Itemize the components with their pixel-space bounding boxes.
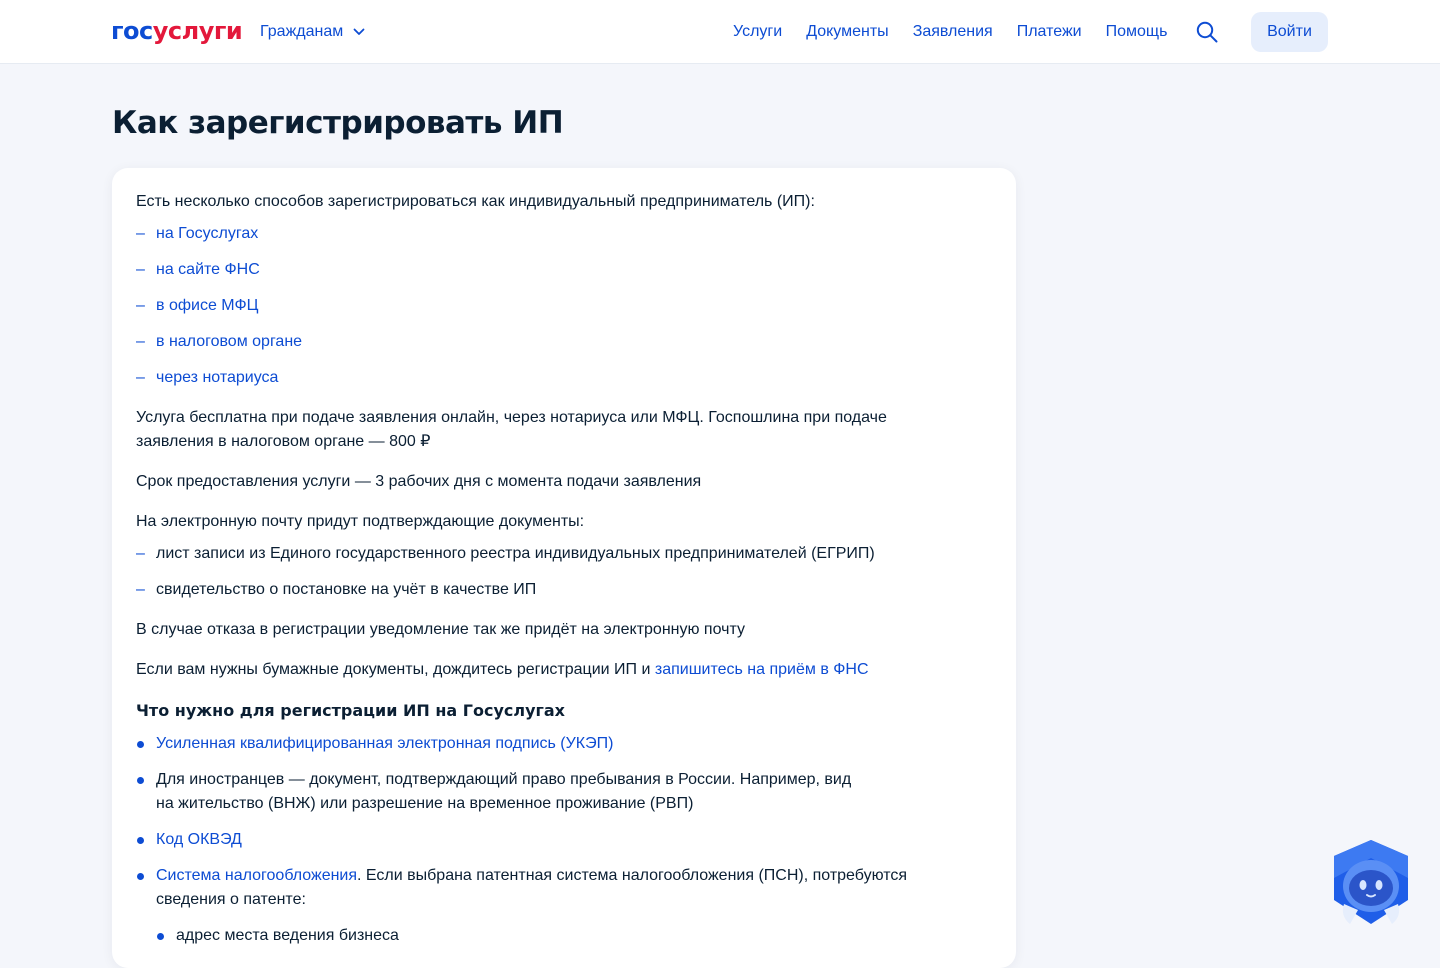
nav-documents[interactable]: Документы [806, 23, 888, 41]
site-header: госуслуги Гражданам Услуги Документы Зая… [0, 0, 1440, 64]
logo-part-uslugi: услуги [152, 17, 243, 45]
paper-docs-text: Если вам нужны бумажные документы, дожди… [136, 661, 651, 678]
way-notary-link[interactable]: через нотариуса [156, 369, 278, 386]
okved-link[interactable]: Код ОКВЭД [156, 831, 242, 848]
search-icon[interactable] [1196, 21, 1218, 43]
audience-label: Гражданам [260, 23, 344, 40]
requirements-list: Усиленная квалифицированная электронная … [136, 732, 986, 948]
way-tax-office-link[interactable]: в налоговом органе [156, 333, 302, 350]
ukep-link[interactable]: Усиленная квалифицированная электронная … [156, 735, 613, 752]
fns-appointment-link[interactable]: запишитесь на приём в ФНС [655, 661, 869, 678]
way-gosuslugi-link[interactable]: на Госуслугах [156, 225, 258, 242]
way-fns-link[interactable]: на сайте ФНС [156, 261, 260, 278]
article-card: Есть несколько способов зарегистрировать… [112, 168, 1016, 968]
main-nav: Услуги Документы Заявления Платежи Помощ… [733, 20, 1191, 44]
robot-assistant-icon[interactable] [1328, 838, 1414, 928]
list-item: в офисе МФЦ [136, 294, 986, 318]
list-item: Система налогообложения. Если выбрана па… [136, 864, 976, 948]
nav-payments[interactable]: Платежи [1017, 23, 1082, 41]
list-item: Код ОКВЭД [136, 828, 986, 852]
list-item: адрес места ведения бизнеса [156, 924, 976, 948]
list-item: лист записи из Единого государственного … [136, 542, 986, 566]
gosuslugi-logo[interactable]: госуслуги [111, 16, 243, 46]
way-mfc-link[interactable]: в офисе МФЦ [156, 297, 258, 314]
fee-text: Услуга бесплатна при подаче заявления он… [136, 409, 887, 450]
requirements-title: Что нужно для регистрации ИП на Госуслуг… [136, 701, 565, 720]
logo-part-gos: гос [111, 17, 153, 45]
registration-ways-list: на Госуслугах на сайте ФНС в офисе МФЦ в… [136, 222, 986, 390]
patent-info-list: адрес места ведения бизнеса [156, 924, 976, 948]
chevron-down-icon [353, 28, 365, 35]
article-content: Есть несколько способов зарегистрировать… [136, 190, 986, 964]
term-text: Срок предоставления услуги — 3 рабочих д… [136, 473, 702, 490]
refusal-text: В случае отказа в регистрации уведомлени… [136, 621, 745, 638]
tax-system-link[interactable]: Система налогообложения [156, 867, 357, 884]
email-docs-text: На электронную почту придут подтверждающ… [136, 513, 585, 530]
list-item: через нотариуса [136, 366, 986, 390]
list-item: свидетельство о постановке на учёт в кач… [136, 578, 986, 602]
audience-selector[interactable]: Гражданам [260, 20, 365, 44]
nav-services[interactable]: Услуги [733, 23, 782, 41]
list-item: на Госуслугах [136, 222, 986, 246]
list-item: в налоговом органе [136, 330, 986, 354]
list-item: Для иностранцев — документ, подтверждающ… [136, 768, 856, 816]
login-button[interactable]: Войти [1251, 12, 1328, 52]
list-item: на сайте ФНС [136, 258, 986, 282]
nav-help[interactable]: Помощь [1106, 23, 1168, 41]
paper-docs-paragraph: Если вам нужны бумажные документы, дожди… [136, 658, 986, 682]
page-title: Как зарегистрировать ИП [112, 105, 564, 141]
nav-applications[interactable]: Заявления [913, 23, 993, 41]
email-docs-list: лист записи из Единого государственного … [136, 542, 986, 602]
intro-text: Есть несколько способов зарегистрировать… [136, 193, 815, 210]
list-item: Усиленная квалифицированная электронная … [136, 732, 986, 756]
